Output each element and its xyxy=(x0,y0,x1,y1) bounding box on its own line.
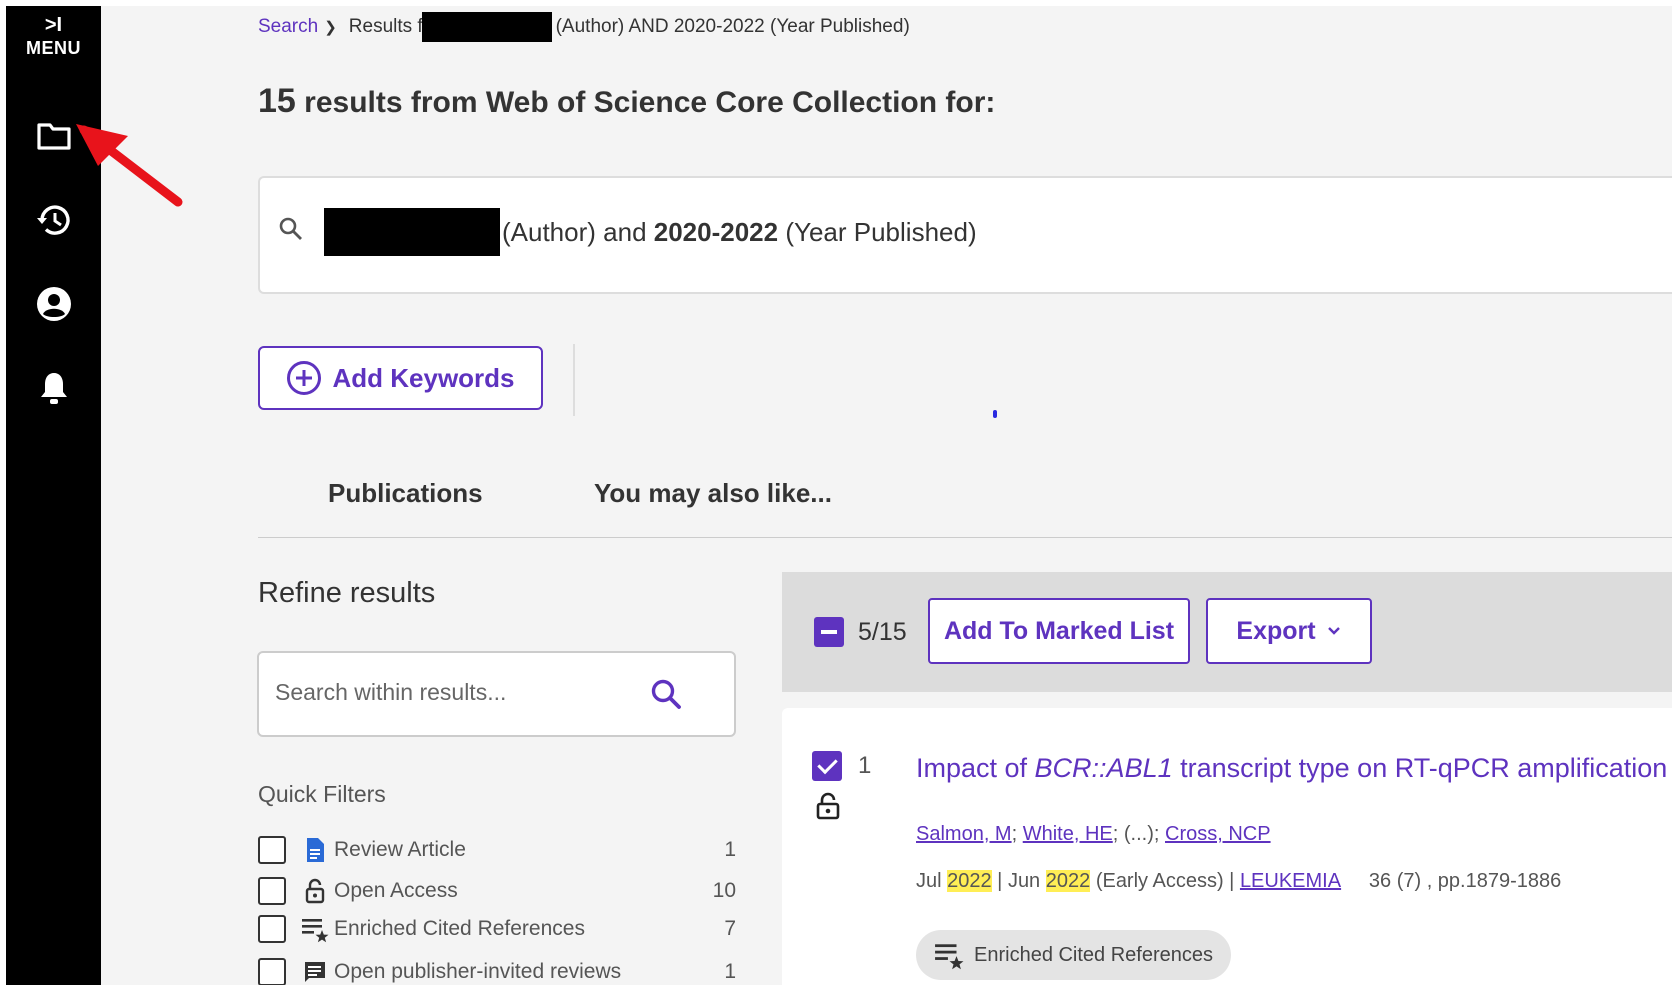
result-title-pre: Impact of xyxy=(916,753,1035,783)
early-access-year: 2022 xyxy=(1045,870,1091,892)
results-count: 15 xyxy=(258,82,296,120)
tabs-divider xyxy=(258,537,1672,538)
early-access-month: Jun xyxy=(1007,870,1046,892)
filter-label: Open publisher-invited reviews xyxy=(334,960,622,983)
badge-label: Enriched Cited References xyxy=(974,943,1214,966)
quick-filter-open-access: Open Access 10 xyxy=(258,875,736,907)
history-icon[interactable] xyxy=(34,200,74,240)
add-circle-icon xyxy=(287,361,322,395)
query-year-suffix: (Year Published) xyxy=(785,216,977,247)
export-label: Export xyxy=(1236,616,1316,645)
loading-dot xyxy=(993,410,997,418)
result-checkbox[interactable] xyxy=(812,751,842,781)
chevron-down-icon xyxy=(1327,627,1340,635)
search-icon xyxy=(278,216,304,247)
publication-month: Jul xyxy=(916,870,948,892)
enriched-cited-references-badge[interactable]: Enriched Cited References xyxy=(916,930,1232,980)
selected-count: 5/15 xyxy=(858,618,907,646)
publication-year: 2022 xyxy=(947,870,992,892)
early-access-label: (Early Access) xyxy=(1095,870,1224,892)
author-link[interactable]: Salmon, M xyxy=(916,823,1012,845)
bell-icon[interactable] xyxy=(34,368,74,408)
filter-checkbox[interactable] xyxy=(258,877,286,905)
results-toolbar: 5/15 Add To Marked List Export xyxy=(782,572,1672,692)
refine-results-heading: Refine results xyxy=(258,577,436,609)
results-header-text: results from Web of Science Core Collect… xyxy=(304,86,996,119)
filter-count: 10 xyxy=(712,879,736,902)
menu-toggle-button[interactable]: >I MENU xyxy=(6,14,101,59)
result-metadata: Jul 2022 | Jun 2022 (Early Access) | LEU… xyxy=(916,870,1562,892)
quick-filter-review-article: Review Article 1 xyxy=(258,834,736,866)
journal-link[interactable]: LEUKEMIA xyxy=(1240,870,1341,892)
result-title-link[interactable]: Impact of BCR::ABL1 transcript type on R… xyxy=(916,753,1672,784)
add-keywords-button[interactable]: Add Keywords xyxy=(258,346,543,410)
filter-label: Review Article xyxy=(334,838,466,861)
menu-label: MENU xyxy=(26,38,81,58)
expand-menu-icon: >I xyxy=(44,14,63,36)
filter-count: 7 xyxy=(724,917,736,940)
divider xyxy=(573,344,575,416)
add-to-marked-list-label: Add To Marked List xyxy=(943,616,1175,645)
filter-label: Enriched Cited References xyxy=(334,917,585,940)
open-lock-icon xyxy=(816,792,840,825)
result-title-post: transcript type on RT-qPCR amplification… xyxy=(1172,753,1672,783)
select-all-checkbox[interactable] xyxy=(814,617,844,647)
authors-ellipsis: (...) xyxy=(1123,823,1154,845)
volume-pages: 36 (7) , pp.1879-1886 xyxy=(1368,870,1562,892)
window-top-edge xyxy=(0,0,1672,6)
tab-publications[interactable]: Publications xyxy=(328,478,483,509)
query-author-suffix: (Author) and xyxy=(502,216,647,247)
result-title-italic: BCR::ABL1 xyxy=(1034,753,1173,783)
breadcrumb-chevron-icon: ❯ xyxy=(324,19,337,36)
breadcrumb-search-link[interactable]: Search xyxy=(258,16,318,38)
filter-label: Open Access xyxy=(334,879,458,902)
document-icon xyxy=(300,837,330,863)
page-title: 15 results from Web of Science Core Coll… xyxy=(258,82,995,121)
quick-filters-heading: Quick Filters xyxy=(258,781,386,807)
result-authors: Salmon, M; White, HE; (...); Cross, NCP xyxy=(916,823,1271,845)
search-within-input[interactable] xyxy=(275,679,635,706)
folder-icon[interactable] xyxy=(34,116,74,156)
breadcrumb-results-query: (Author) AND 2020-2022 (Year Published) xyxy=(555,16,910,37)
breadcrumb: Search ❯ Results for (Author) AND 2020-2… xyxy=(258,12,910,42)
author-link[interactable]: Cross, NCP xyxy=(1165,823,1271,845)
filter-count: 1 xyxy=(724,838,736,861)
quick-filter-open-publisher-invited-reviews: Open publisher-invited reviews 1 xyxy=(258,956,736,985)
query-summary-box[interactable]: (Author) and 2020-2022 (Year Published) xyxy=(258,176,1672,294)
quick-filter-enriched-cited-references: Enriched Cited References 7 xyxy=(258,913,736,945)
filter-count: 1 xyxy=(724,960,736,983)
query-years: 2020-2022 xyxy=(653,216,779,247)
filter-checkbox[interactable] xyxy=(258,958,286,985)
add-keywords-label: Add Keywords xyxy=(332,362,515,393)
query-text: (Author) and 2020-2022 (Year Published) xyxy=(324,208,977,256)
annotation-arrow-icon xyxy=(76,124,183,207)
filter-checkbox[interactable] xyxy=(258,836,286,864)
export-button[interactable]: Export xyxy=(1206,598,1372,664)
filter-checkbox[interactable] xyxy=(258,915,286,943)
open-lock-icon xyxy=(300,878,330,904)
search-within-box xyxy=(257,651,736,737)
tab-you-may-also-like[interactable]: You may also like... xyxy=(594,478,832,509)
result-card: 1 Impact of BCR::ABL1 transcript type on… xyxy=(782,708,1672,985)
add-to-marked-list-button[interactable]: Add To Marked List xyxy=(928,598,1190,664)
redaction-box xyxy=(324,208,500,256)
search-within-submit-icon[interactable] xyxy=(649,677,683,716)
author-link[interactable]: White, HE xyxy=(1023,823,1113,845)
enriched-list-icon xyxy=(935,944,964,970)
enriched-list-icon xyxy=(300,915,330,943)
comment-icon xyxy=(300,960,330,984)
result-number: 1 xyxy=(858,752,872,779)
account-icon[interactable] xyxy=(34,284,74,324)
redaction-box xyxy=(421,12,552,42)
